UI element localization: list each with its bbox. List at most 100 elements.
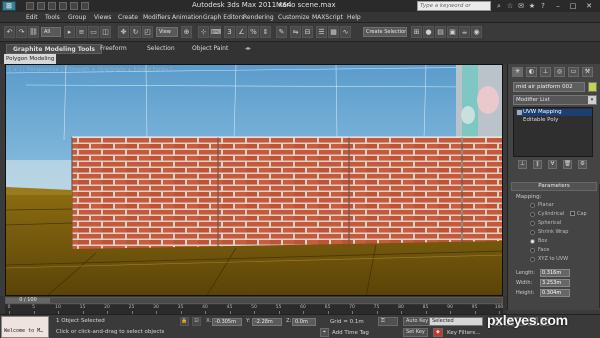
display-tab-icon[interactable]: ▭ (568, 67, 579, 77)
tab-graphite-modeling-tools[interactable]: Graphite Modeling Tools (6, 44, 102, 54)
key-filters-button[interactable]: Key Filters... (447, 330, 480, 336)
height-input[interactable]: 0.304m (540, 289, 570, 297)
time-tag-icon[interactable]: ⌖ (320, 328, 329, 337)
mapping-radio-shrink-wrap[interactable]: Shrink Wrap (530, 228, 568, 236)
select-scale-icon[interactable]: ◰ (142, 26, 153, 38)
time-slider[interactable]: 0 / 100 (5, 297, 503, 304)
tab-freeform[interactable]: Freeform (100, 44, 127, 54)
open-file-icon[interactable] (37, 2, 45, 10)
percent-snap-icon[interactable]: % (248, 26, 259, 38)
layer-manager-icon[interactable]: ☰ (316, 26, 327, 38)
width-input[interactable]: 3.253m (540, 279, 570, 287)
stack-item-editable-poly[interactable]: Editable Poly (516, 117, 592, 124)
material-editor-icon[interactable]: ● (423, 26, 434, 38)
lightbulb-icon[interactable] (517, 110, 522, 115)
search-icon[interactable]: ⌕ (494, 1, 504, 11)
mapping-radio-cylindrical[interactable]: Cylindrical (530, 210, 564, 218)
z-coord-input[interactable]: 0.0m (292, 318, 316, 326)
edit-named-selection-icon[interactable]: ✎ (276, 26, 287, 38)
stack-item-uvw-mapping[interactable]: UVW Mapping (516, 109, 592, 116)
create-tab-icon[interactable]: ✳ (512, 67, 523, 77)
menu-maxscript[interactable]: MAXScript (312, 14, 343, 21)
track-bar[interactable]: 0 5 10 15 20 25 30 35 40 45 50 55 60 65 70 75 80 85 90 95 10… (5, 305, 503, 314)
radio-button[interactable] (530, 247, 535, 253)
undo-icon[interactable] (59, 2, 67, 10)
utilities-tab-icon[interactable]: ⚒ (582, 67, 593, 77)
search-input[interactable]: Type a keyword or phrase (417, 1, 491, 18)
radio-button[interactable] (530, 256, 535, 262)
menu-animation[interactable]: Animation (172, 14, 203, 21)
close-button[interactable]: ✕ (583, 1, 595, 11)
pivot-center-icon[interactable]: ⊕ (181, 26, 192, 38)
angle-snap-icon[interactable]: ∠ (236, 26, 247, 38)
motion-tab-icon[interactable]: ◎ (554, 67, 565, 77)
menu-rendering[interactable]: Rendering (243, 14, 274, 21)
select-object-icon[interactable]: ▸ (64, 26, 75, 38)
render-iterative-icon[interactable]: ◉ (471, 26, 482, 38)
menu-customize[interactable]: Customize (278, 14, 310, 21)
remove-modifier-icon[interactable]: 🗑 (563, 160, 572, 169)
y-coord-input[interactable]: -2.28m (252, 318, 282, 326)
tab-polygon-modeling[interactable]: Polygon Modeling (4, 54, 56, 64)
hierarchy-tab-icon[interactable]: ⊥ (540, 67, 551, 77)
modify-tab-icon[interactable]: ◐ (526, 67, 537, 77)
radio-button[interactable] (530, 202, 535, 208)
maximize-button[interactable]: □ (567, 1, 579, 11)
make-unique-icon[interactable]: ∀ (548, 160, 557, 169)
project-folder-icon[interactable] (81, 2, 89, 10)
window-crossing-icon[interactable]: ◫ (100, 26, 111, 38)
render-production-icon[interactable]: ☕ (459, 26, 470, 38)
pin-stack-icon[interactable]: ⊥ (518, 160, 527, 169)
communication-center-icon[interactable]: ✉ (516, 1, 526, 11)
selection-filter-dropdown[interactable]: All (41, 27, 61, 37)
radio-button[interactable] (530, 211, 535, 217)
menu-group[interactable]: Group (68, 14, 86, 21)
add-time-tag-button[interactable]: Add Time Tag (332, 330, 369, 336)
link-icon[interactable]: ⛓ (28, 26, 39, 38)
modifier-list-dropdown[interactable]: Modifier List ▾ (513, 95, 597, 105)
redo-icon[interactable] (70, 2, 78, 10)
menu-edit[interactable]: Edit (26, 14, 38, 21)
parameters-rollout-header[interactable]: Parameters (511, 182, 597, 191)
spinner-snap-icon[interactable]: ⇕ (260, 26, 271, 38)
show-end-result-icon[interactable]: ‖ (533, 160, 542, 169)
radio-button[interactable] (530, 238, 535, 244)
reference-coord-dropdown[interactable]: View (156, 27, 178, 37)
key-mode-dropdown[interactable]: Selected (429, 317, 483, 326)
object-color-swatch[interactable] (588, 82, 597, 92)
menu-tools[interactable]: Tools (45, 14, 60, 21)
selection-region-icon[interactable]: ▭ (88, 26, 99, 38)
select-move-icon[interactable]: ✥ (118, 26, 129, 38)
radio-button[interactable] (530, 229, 535, 235)
redo-tool-icon[interactable]: ↷ (16, 26, 27, 38)
undo-tool-icon[interactable]: ↶ (4, 26, 15, 38)
select-rotate-icon[interactable]: ↻ (130, 26, 141, 38)
auto-key-button[interactable]: Auto Key (403, 317, 432, 326)
key-filter-icon[interactable]: ◆ (433, 328, 443, 337)
mapping-radio-planar[interactable]: Planar (530, 201, 554, 209)
snaps-toggle-icon[interactable]: 3 (224, 26, 235, 38)
checkbox-box[interactable] (570, 211, 575, 216)
help-icon[interactable]: ? (538, 1, 548, 11)
lock-selection-icon[interactable]: 🔒 (180, 317, 189, 326)
app-logo-icon[interactable]: ⊞ (2, 1, 16, 11)
mapping-radio-spherical[interactable]: Spherical (530, 219, 561, 227)
perspective-viewport[interactable]: [ + ] [ Perspective ] [ Smooth + Highlig… (5, 64, 503, 296)
graphite-toggle-icon[interactable]: ▦ (328, 26, 339, 38)
set-key-big-icon[interactable]: ⚿ (378, 317, 398, 326)
new-file-icon[interactable] (26, 2, 34, 10)
viewport-label[interactable]: [ + ] [ Perspective ] [ Smooth + Highlig… (9, 67, 172, 73)
menu-graph-editors[interactable]: Graph Editors (203, 14, 244, 21)
x-coord-input[interactable]: -0.305m (212, 318, 242, 326)
ribbon-options-icon[interactable]: ◂▸ (245, 44, 251, 54)
mapping-radio-box[interactable]: Box (530, 237, 547, 245)
favorites-icon[interactable]: ★ (527, 1, 537, 11)
modifier-stack[interactable]: UVW Mapping Editable Poly (513, 107, 593, 157)
minimize-button[interactable]: – (552, 1, 564, 11)
set-key-button[interactable]: Set Key (403, 328, 428, 337)
object-name-field[interactable]: mid air platform 002 (513, 82, 585, 92)
select-by-name-icon[interactable]: ≡ (76, 26, 87, 38)
save-file-icon[interactable] (48, 2, 56, 10)
time-slider-thumb[interactable]: 0 / 100 (6, 298, 50, 303)
select-manipulate-icon[interactable]: ⊹ (198, 26, 209, 38)
